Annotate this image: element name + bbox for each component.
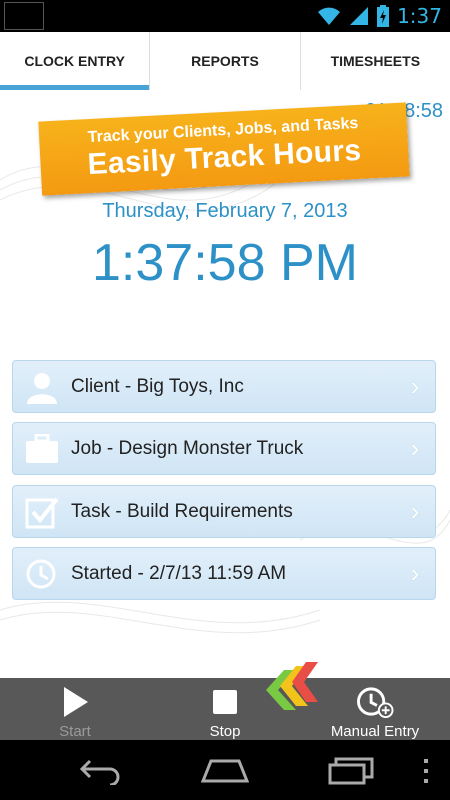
action-bar: Start Stop Manual Entry — [0, 662, 450, 740]
job-row[interactable]: Job - Design Monster Truck › — [12, 422, 436, 475]
recent-apps-icon[interactable] — [328, 757, 374, 785]
status-bar: 1:37 — [0, 0, 450, 32]
checklist-icon — [25, 497, 59, 528]
clock-icon — [26, 559, 56, 588]
chevrons-logo-icon — [266, 662, 318, 710]
tab-label: REPORTS — [191, 53, 259, 69]
briefcase-icon — [26, 433, 58, 463]
chevron-right-icon: › — [410, 433, 420, 463]
client-label: Client - Big Toys, Inc — [71, 375, 244, 397]
overflow-menu-icon[interactable] — [422, 759, 430, 783]
stop-label: Stop — [209, 723, 241, 740]
client-row[interactable]: Client - Big Toys, Inc › — [12, 360, 436, 413]
current-date: Thursday, February 7, 2013 — [102, 200, 348, 222]
clock-entry-panel: 01:38:58 Track your Clients, Jobs, and T… — [0, 90, 450, 678]
task-label: Task - Build Requirements — [71, 500, 293, 522]
tab-reports[interactable]: REPORTS — [150, 32, 301, 90]
tab-label: CLOCK ENTRY — [24, 53, 125, 69]
chevron-right-icon: › — [410, 558, 420, 588]
job-label: Job - Design Monster Truck — [71, 437, 304, 459]
navigation-bar — [0, 740, 450, 800]
status-clock: 1:37 — [397, 4, 442, 28]
back-icon[interactable] — [78, 755, 122, 785]
battery-icon — [377, 5, 390, 27]
chevron-right-icon: › — [410, 371, 420, 401]
play-icon — [64, 687, 88, 717]
manual-entry-label: Manual Entry — [330, 723, 420, 740]
tab-clock-entry[interactable]: CLOCK ENTRY — [0, 32, 151, 91]
person-icon — [27, 372, 57, 404]
current-time: 1:37:58 PM — [92, 234, 358, 292]
tab-timesheets[interactable]: TIMESHEETS — [301, 32, 450, 90]
home-icon[interactable] — [201, 759, 249, 783]
signal-icon — [350, 7, 369, 25]
task-row[interactable]: Task - Build Requirements › — [12, 485, 436, 538]
started-label: Started - 2/7/13 11:59 AM — [71, 562, 287, 584]
clock-add-icon — [357, 687, 394, 719]
tab-label: TIMESHEETS — [330, 53, 421, 69]
started-row[interactable]: Started - 2/7/13 11:59 AM › — [12, 547, 436, 600]
chevron-right-icon: › — [410, 496, 420, 526]
tab-bar: CLOCK ENTRY REPORTS TIMESHEETS — [0, 32, 450, 91]
wifi-icon — [318, 7, 341, 25]
stop-icon — [213, 690, 237, 714]
notification-icon — [4, 2, 44, 30]
start-label: Start — [59, 723, 91, 740]
manual-entry-button[interactable]: Manual Entry — [322, 678, 428, 740]
start-button[interactable]: Start — [30, 678, 120, 740]
